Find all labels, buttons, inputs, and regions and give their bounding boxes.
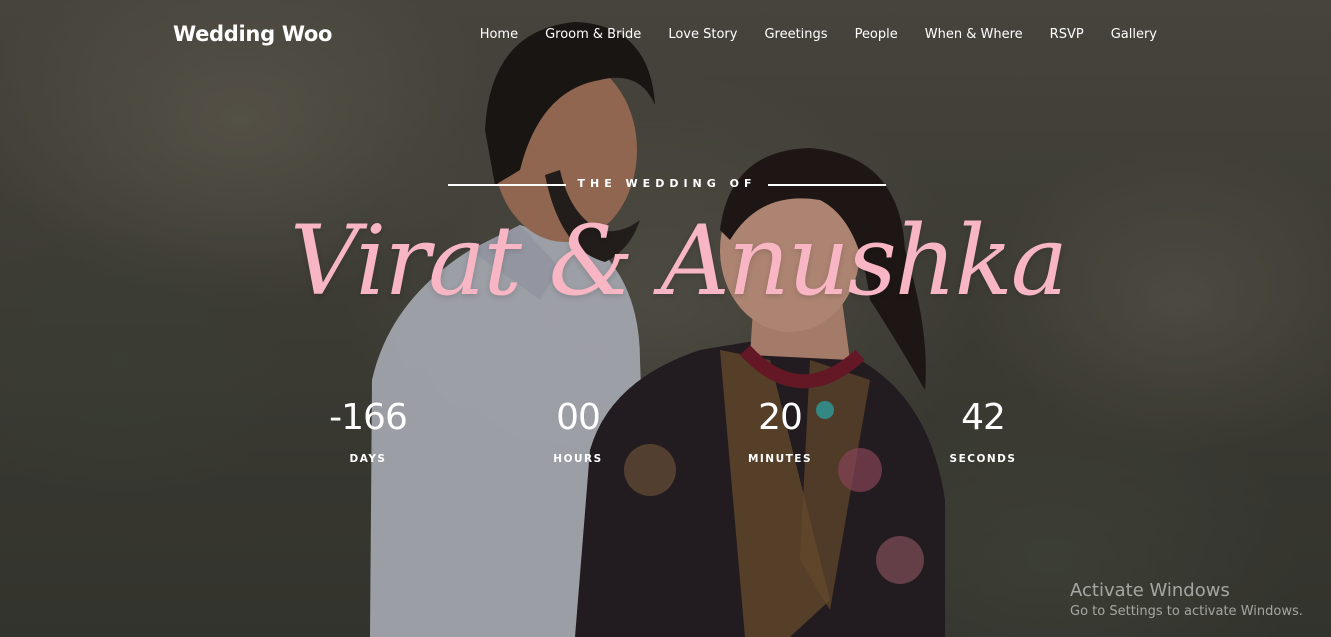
countdown-seconds-label: SECONDS: [949, 453, 1017, 465]
countdown-days-value: -166: [329, 397, 408, 438]
subtitle-divider-right: [768, 184, 886, 186]
nav-item-rsvp[interactable]: RSVP: [1050, 27, 1084, 42]
nav-item-greetings[interactable]: Greetings: [764, 27, 827, 42]
countdown-seconds-value: 42: [961, 397, 1006, 438]
top-navbar: Wedding Woo Home Groom & Bride Love Stor…: [0, 0, 1331, 72]
countdown-days-label: DAYS: [349, 453, 387, 465]
countdown-days: -166 DAYS: [298, 395, 438, 465]
nav-item-home[interactable]: Home: [480, 27, 518, 42]
countdown-minutes-label: MINUTES: [747, 453, 813, 465]
watermark-title: Activate Windows: [1070, 580, 1230, 601]
countdown-seconds: 42 SECONDS: [913, 395, 1053, 465]
countdown-hours-label: HOURS: [553, 453, 603, 465]
countdown-minutes-value: 20: [758, 397, 803, 438]
nav-item-when-where[interactable]: When & Where: [925, 27, 1023, 42]
countdown-hours: 00 HOURS: [508, 395, 648, 465]
nav-item-groom-bride[interactable]: Groom & Bride: [545, 27, 641, 42]
watermark-subtitle: Go to Settings to activate Windows.: [1070, 604, 1303, 619]
countdown-hours-value: 00: [556, 397, 601, 438]
couple-names-title: Virat & Anushka: [290, 205, 1068, 317]
nav-menu: Home Groom & Bride Love Story Greetings …: [453, 27, 1157, 42]
windows-activation-watermark: Activate Windows Go to Settings to activ…: [1070, 580, 1303, 622]
nav-item-love-story[interactable]: Love Story: [668, 27, 737, 42]
nav-item-people[interactable]: People: [855, 27, 898, 42]
countdown-minutes: 20 MINUTES: [710, 395, 850, 465]
wedding-countdown: -166 DAYS 00 HOURS 20 MINUTES 42 SECONDS: [0, 395, 1331, 475]
brand-logo[interactable]: Wedding Woo: [173, 22, 332, 46]
wedding-subtitle-row: THE WEDDING OF: [448, 176, 886, 192]
nav-item-gallery[interactable]: Gallery: [1111, 27, 1157, 42]
